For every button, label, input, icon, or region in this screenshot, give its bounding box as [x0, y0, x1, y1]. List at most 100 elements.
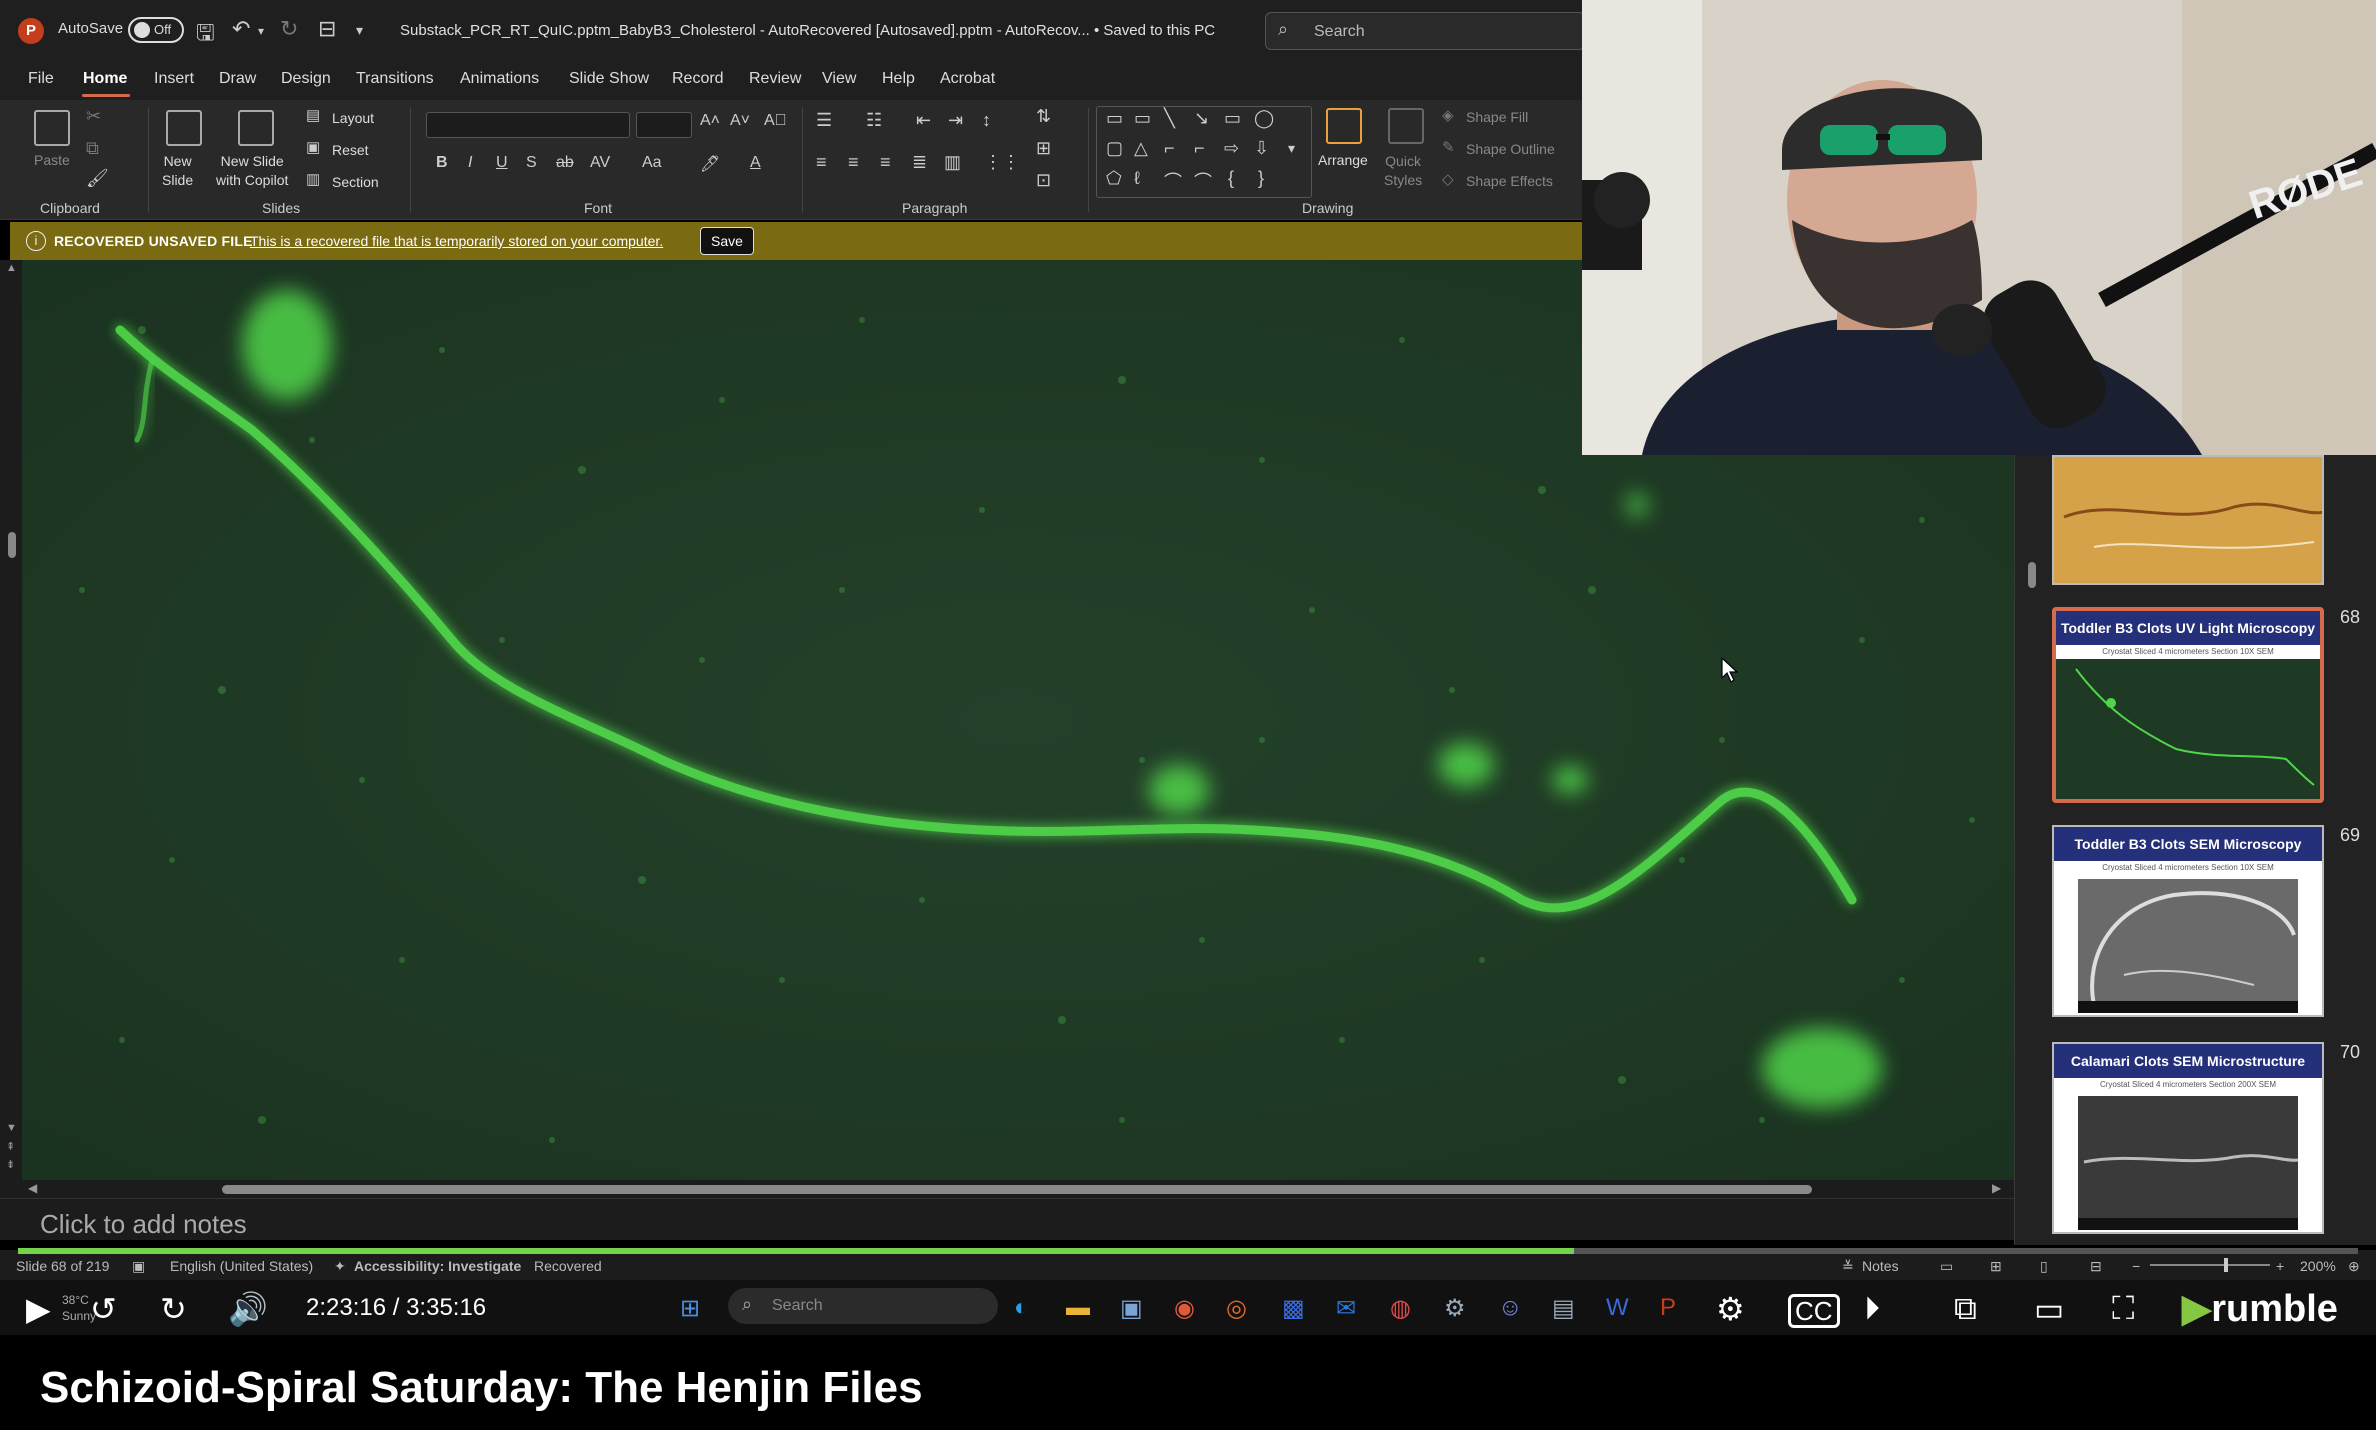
oval-shape-icon[interactable]: ◯: [1254, 108, 1274, 129]
horizontal-scroll-thumb[interactable]: [222, 1185, 1812, 1194]
bold-icon[interactable]: B: [436, 154, 448, 172]
decrease-indent-icon[interactable]: ⇤: [916, 110, 931, 131]
slideshow-icon[interactable]: ⊟: [2090, 1258, 2102, 1275]
increase-font-icon[interactable]: A˄: [700, 112, 720, 130]
increase-indent-icon[interactable]: ⇥: [948, 110, 963, 131]
triangle-shape-icon[interactable]: △: [1134, 138, 1148, 159]
font-size-combo[interactable]: [636, 112, 692, 138]
slide-sorter-icon[interactable]: ⊞: [1990, 1258, 2002, 1275]
scroll-thumb[interactable]: [8, 532, 16, 558]
steam-icon[interactable]: ⚙: [1444, 1294, 1466, 1323]
format-painter-icon[interactable]: 🖌: [86, 168, 109, 189]
tab-review[interactable]: Review: [749, 70, 801, 88]
language-status[interactable]: English (United States): [170, 1258, 313, 1274]
bullets-icon[interactable]: ☰: [816, 110, 832, 131]
font-family-combo[interactable]: [426, 112, 630, 138]
thumbnail-scroll-thumb[interactable]: [2028, 562, 2036, 588]
tab-file[interactable]: File: [28, 70, 54, 88]
rectangle-shape-icon[interactable]: ▭: [1224, 108, 1241, 129]
settings-gear-icon[interactable]: ⚙: [1716, 1290, 1745, 1328]
undo-dropdown-icon[interactable]: ▾: [258, 24, 264, 38]
scroll-up-icon[interactable]: ▲: [6, 262, 17, 274]
align-center-icon[interactable]: ≡: [848, 152, 859, 173]
theater-mode-icon[interactable]: ▭: [2034, 1290, 2064, 1328]
vertical-textbox-shape-icon[interactable]: ▭: [1134, 108, 1151, 129]
play-icon[interactable]: ▶: [26, 1290, 51, 1328]
tab-slide-show[interactable]: Slide Show: [569, 70, 649, 88]
scroll-left-icon[interactable]: ◀: [28, 1181, 37, 1195]
undo-icon[interactable]: ↶: [232, 16, 250, 42]
previous-slide-icon[interactable]: ⇞: [6, 1140, 15, 1153]
columns-dropdown-icon[interactable]: ⋮⋮: [984, 152, 1020, 173]
spellcheck-icon[interactable]: ▣: [132, 1258, 145, 1275]
shape-effects-button[interactable]: Shape Effects: [1466, 173, 1553, 189]
tab-record[interactable]: Record: [672, 70, 724, 88]
new-slide-icon[interactable]: [166, 110, 202, 146]
shadow-icon[interactable]: S: [526, 154, 537, 172]
discord-icon[interactable]: ☺: [1498, 1294, 1523, 1322]
rewind-icon[interactable]: ↺: [90, 1290, 117, 1328]
arc-shape-icon[interactable]: ⌒: [1164, 168, 1182, 194]
zoom-slider-thumb[interactable]: [2224, 1258, 2228, 1272]
zoom-out-icon[interactable]: −: [2132, 1258, 2140, 1274]
line-shape-icon[interactable]: ╲: [1164, 108, 1175, 129]
tab-view[interactable]: View: [822, 70, 856, 88]
reading-view-icon[interactable]: ▯: [2040, 1258, 2048, 1275]
save-icon[interactable]: 🖫: [196, 16, 215, 54]
thumbnail-scrollbar[interactable]: [2025, 455, 2039, 1245]
tab-home[interactable]: Home: [83, 70, 127, 88]
font-color-icon[interactable]: A: [750, 154, 761, 172]
arrange-button[interactable]: Arrange: [1318, 152, 1368, 168]
tab-help[interactable]: Help: [882, 70, 915, 88]
present-icon[interactable]: ⊟: [318, 16, 336, 42]
quick-styles-icon[interactable]: [1388, 108, 1424, 144]
notes-pane[interactable]: Click to add notes: [0, 1198, 2014, 1240]
volume-icon[interactable]: 🔊: [228, 1290, 268, 1328]
rumble-logo[interactable]: ▶rumble: [2182, 1286, 2338, 1331]
char-spacing-icon[interactable]: AV: [590, 154, 610, 172]
shapes-more-icon[interactable]: ▾: [1288, 140, 1295, 157]
elbow-connector-shape-icon[interactable]: ⌐: [1194, 138, 1205, 159]
tab-design[interactable]: Design: [281, 70, 331, 88]
normal-view-icon[interactable]: ▭: [1940, 1258, 1953, 1275]
strikethrough-icon[interactable]: ab: [556, 154, 574, 172]
shape-outline-button[interactable]: Shape Outline: [1466, 141, 1555, 157]
tab-draw[interactable]: Draw: [219, 70, 256, 88]
arrow-line-shape-icon[interactable]: ↘: [1194, 108, 1209, 129]
firefox-icon[interactable]: ◎: [1226, 1294, 1247, 1323]
word-icon[interactable]: W: [1606, 1294, 1629, 1322]
columns-icon[interactable]: ▥: [944, 152, 961, 173]
powerpoint-taskbar-icon[interactable]: P: [1660, 1294, 1676, 1322]
scroll-right-icon[interactable]: ▶: [1992, 1181, 2001, 1195]
align-right-icon[interactable]: ≡: [880, 152, 891, 173]
scroll-down-icon[interactable]: ▼: [6, 1122, 17, 1134]
explorer-icon[interactable]: ▤: [1552, 1294, 1575, 1323]
taskbar-search[interactable]: ⌕ Search: [728, 1288, 998, 1324]
connector-shape-icon[interactable]: ⌐: [1164, 138, 1175, 159]
redo-icon[interactable]: ↻: [280, 16, 298, 42]
italic-icon[interactable]: I: [468, 154, 472, 172]
down-arrow-shape-icon[interactable]: ⇩: [1254, 138, 1269, 159]
underline-icon[interactable]: U: [496, 154, 508, 172]
fullscreen-icon[interactable]: ⛶: [2112, 1290, 2134, 1328]
rounded-rect-shape-icon[interactable]: ▢: [1106, 138, 1123, 159]
edge-icon[interactable]: ◐: [1014, 1294, 1029, 1322]
notes-toggle[interactable]: Notes: [1862, 1258, 1899, 1274]
reset-button[interactable]: Reset: [332, 142, 369, 158]
change-case-icon[interactable]: Aa: [642, 154, 662, 172]
align-text-icon[interactable]: ⊞: [1036, 138, 1051, 159]
layout-button[interactable]: Layout: [332, 110, 374, 126]
copy-icon[interactable]: ⧉: [86, 138, 99, 159]
horizontal-scrollbar[interactable]: ◀ ▶: [22, 1180, 2014, 1198]
slide-thumbnail-68[interactable]: Toddler B3 Clots UV Light Microscopy Cry…: [2052, 607, 2324, 803]
chrome-icon[interactable]: ◉: [1174, 1294, 1195, 1323]
zoom-in-icon[interactable]: +: [2276, 1258, 2284, 1274]
decrease-font-icon[interactable]: A˅: [730, 112, 750, 130]
tab-insert[interactable]: Insert: [154, 70, 194, 88]
outlook-icon[interactable]: ✉: [1336, 1294, 1356, 1323]
forward-icon[interactable]: ↻: [160, 1290, 187, 1328]
app-icon[interactable]: ▩: [1282, 1294, 1305, 1323]
section-button[interactable]: Section: [332, 174, 379, 190]
textbox-shape-icon[interactable]: ▭: [1106, 108, 1123, 129]
cut-icon[interactable]: ✂: [86, 106, 101, 127]
